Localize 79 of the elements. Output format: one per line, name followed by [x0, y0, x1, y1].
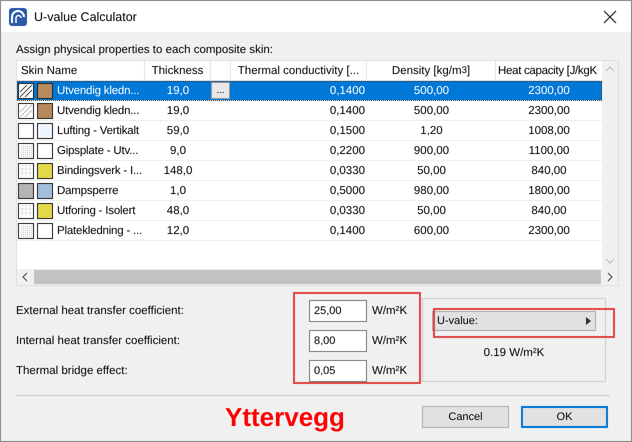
table-cell-text: 1008,00	[527, 124, 571, 138]
table-cell-text: 0,1400	[328, 84, 366, 98]
column-header[interactable]: Skin Name	[17, 61, 145, 80]
instruction-text: Assign physical properties to each composite skin:	[16, 43, 274, 58]
table-cell-text: 12,0	[166, 224, 190, 238]
u-value-result: 0.19 W/m²K	[484, 347, 544, 359]
table-cell-text: 0,0330	[328, 204, 366, 218]
table-cell-text: 0,1500	[328, 124, 366, 138]
table-cell-text: 900,00	[412, 144, 450, 158]
table-cell-text: 840,00	[530, 204, 568, 218]
column-header[interactable]: Heat capacity [J/kgK	[496, 61, 602, 80]
caret-icon	[586, 317, 591, 325]
table-cell-text: 500,00	[412, 104, 450, 118]
table-cell: Gipsplate - Utv...	[56, 144, 138, 156]
table-cell-text: 0,1400	[328, 104, 366, 118]
table-row[interactable]: Utvendig kledn... 19,0 ... 0,1400 500,00 2300,00	[17, 81, 602, 101]
table-cell-text: 980,00	[412, 184, 450, 198]
table-cell-text: 19,0	[166, 84, 190, 98]
field-label: Internal heat transfer coefficient:	[16, 334, 182, 346]
table-row[interactable]: Utforing - Isolert 48,0 0,0330 50,00 840,00	[17, 201, 602, 221]
table-cell-text: 0,2200	[328, 144, 366, 158]
table-cell: Bindingsverk - I...	[56, 164, 142, 176]
solid-pattern-icon	[18, 182, 34, 198]
input-field[interactable]: 25,00	[309, 300, 367, 322]
scroll-down-icon[interactable]	[605, 258, 615, 264]
table-cell-text: 1800,00	[527, 184, 571, 198]
unit-label: W/m²K	[372, 334, 408, 346]
input-field[interactable]: 8,00	[309, 330, 367, 352]
table-cell-text: 50,00	[416, 164, 447, 178]
table-cell-text: 59,0	[166, 124, 190, 138]
table-row[interactable]: Dampsperre 1,0 0,5000 980,00 1800,00	[17, 181, 602, 201]
ok-button[interactable]: OK	[521, 406, 608, 428]
vertical-scrollbar[interactable]	[602, 61, 618, 269]
table-cell: Utvendig kledn...	[56, 104, 140, 116]
table-cell-text: 0,5000	[328, 184, 366, 198]
scrollbar-thumb[interactable]	[34, 270, 601, 284]
table-cell-text: 2300,00	[527, 224, 571, 238]
table-row[interactable]: Lufting - Vertikalt 59,0 0,1500 1,20 1008,00	[17, 121, 602, 141]
table-cell: Lufting - Vertikalt	[56, 124, 139, 136]
unit-label: W/m²K	[372, 304, 408, 316]
app-icon	[9, 8, 27, 26]
table-cell-text: 2300,00	[527, 84, 571, 98]
table-cell-text: 2300,00	[527, 104, 571, 118]
cancel-button[interactable]: Cancel	[422, 406, 509, 428]
close-icon[interactable]	[603, 10, 617, 24]
table-cell-text: 0,1400	[328, 224, 366, 238]
unit-label: W/m²K	[372, 364, 408, 376]
table-cell-text: 48,0	[166, 204, 190, 218]
table-cell-text: 1100,00	[528, 144, 570, 158]
column-header[interactable]: Thickness	[145, 61, 211, 80]
table-row[interactable]: Gipsplate - Utv... 9,0 0,2200 900,00 1100,00	[17, 141, 602, 161]
table-cell: Dampsperre	[56, 184, 118, 196]
table-cell-text: 148,0	[162, 164, 194, 178]
table-cell-text: 1,20	[419, 124, 444, 138]
table-cell-text: 0,0330	[328, 164, 366, 178]
browse-button[interactable]: ...	[211, 82, 230, 99]
input-field[interactable]: 0,05	[309, 360, 367, 382]
table-cell-text: 50,00	[416, 204, 447, 218]
table-cell-text: 600,00	[412, 224, 450, 238]
table-cell-text: 500,00	[412, 84, 450, 98]
field-label: Thermal bridge effect:	[16, 364, 129, 376]
window-title: U-value Calculator	[34, 10, 138, 24]
table-cell-text: 840,00	[530, 164, 568, 178]
scroll-left-icon[interactable]	[22, 272, 28, 282]
table-cell-text: 1,0	[169, 184, 187, 198]
table-cell: Platekledning - ...	[56, 224, 142, 236]
table-cell: Utforing - Isolert	[56, 204, 136, 216]
scroll-up-icon[interactable]	[605, 66, 615, 72]
scroll-right-icon[interactable]	[607, 272, 613, 282]
field-label: External heat transfer coefficient:	[16, 304, 185, 316]
table-row[interactable]: Utvendig kledn... 19,0 0,1400 500,00 2300,00	[17, 101, 602, 121]
table-row[interactable]: Platekledning - ... 12,0 0,1400 600,00 2300,00	[17, 221, 602, 241]
annotation-label: Yttervegg	[225, 402, 346, 432]
column-header[interactable]: Thermal conductivity [...	[231, 61, 367, 80]
table-cell-text: 19,0	[166, 104, 190, 118]
table-cell-text: 9,0	[169, 144, 187, 158]
table-row[interactable]: Bindingsverk - I... 148,0 0,0330 50,00 840,00	[17, 161, 602, 181]
table-cell: Utvendig kledn...	[56, 84, 140, 96]
u-value-button[interactable]: U-value:	[432, 311, 596, 331]
